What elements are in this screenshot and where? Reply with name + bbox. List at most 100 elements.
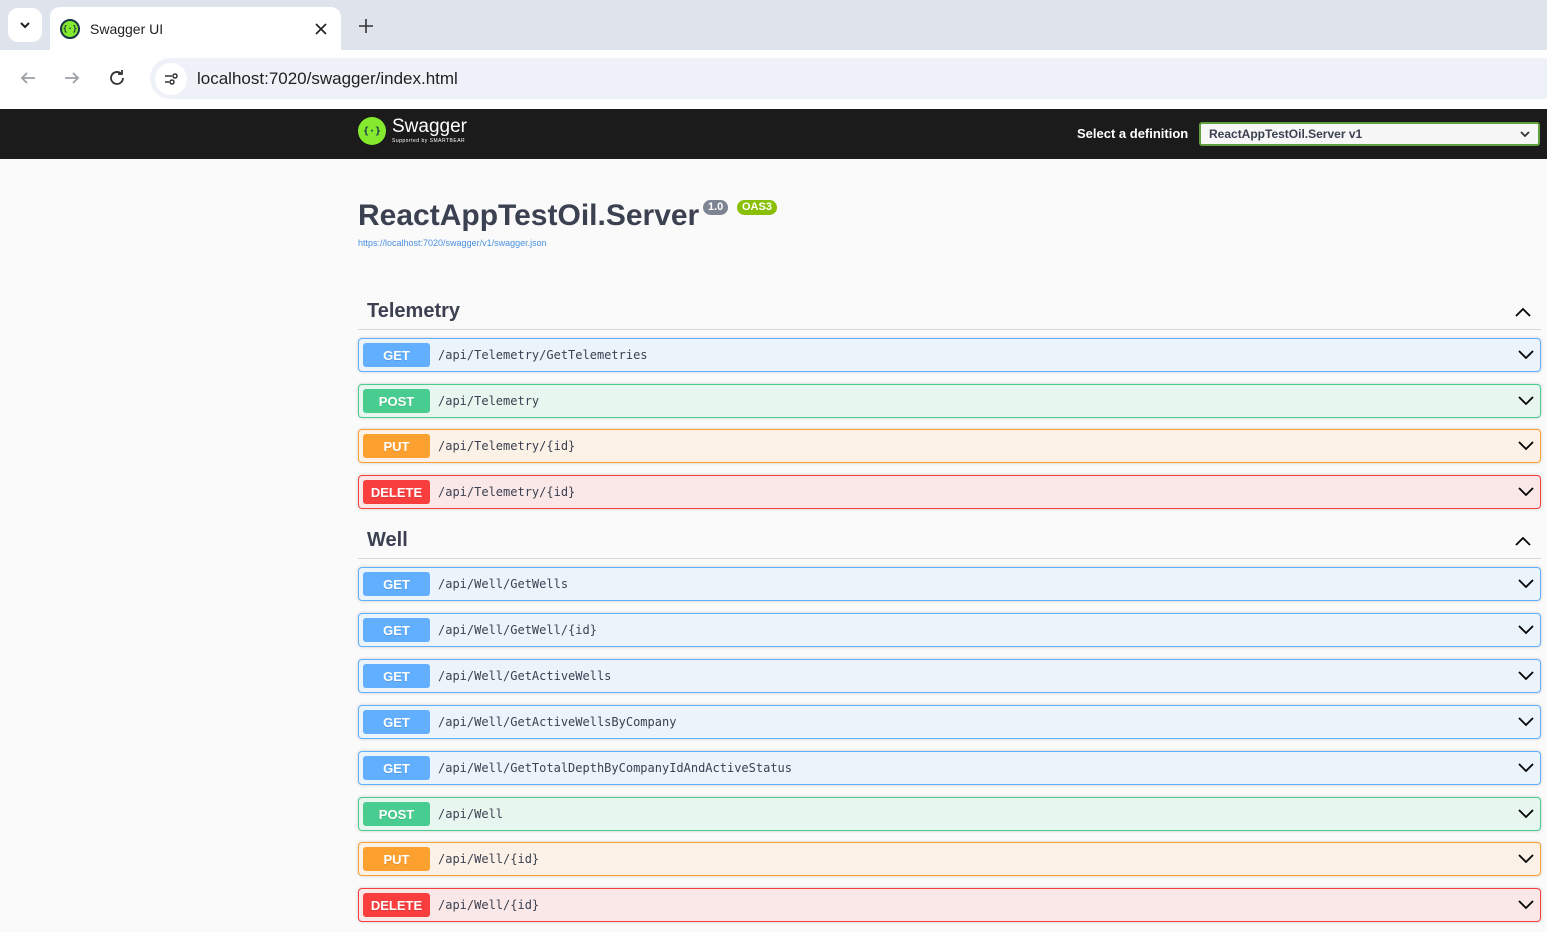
swagger-topbar: {·} Swagger Supported by SMARTBEAR Selec…: [0, 109, 1547, 159]
operation-path: /api/Telemetry/{id}: [438, 485, 576, 499]
url-text: localhost:7020/swagger/index.html: [197, 68, 458, 88]
logo-subtitle: Supported by SMARTBEAR: [392, 138, 466, 144]
operation-post-telemetry[interactable]: POST /api/Telemetry: [358, 384, 1541, 418]
definition-label: Select a definition: [1077, 126, 1189, 141]
chevron-up-icon: [1515, 536, 1531, 546]
method-badge: PUT: [363, 847, 430, 871]
operation-path: /api/Well/GetWells: [438, 577, 569, 591]
chevron-down-icon: [1518, 396, 1534, 406]
forward-arrow-icon: [65, 72, 80, 84]
operation-put-telemetry[interactable]: PUT /api/Telemetry/{id}: [358, 429, 1541, 463]
expand-button[interactable]: [1516, 895, 1536, 915]
expand-button[interactable]: [1516, 482, 1536, 502]
expand-button[interactable]: [1516, 574, 1536, 594]
operation-get-well-by-id[interactable]: GET /api/Well/GetWell/{id}: [358, 613, 1541, 647]
operation-get-wells[interactable]: GET /api/Well/GetWells: [358, 567, 1541, 601]
browser-tab[interactable]: {·} Swagger UI: [50, 7, 341, 50]
tag-collapse-button[interactable]: [1513, 531, 1533, 551]
expand-button[interactable]: [1516, 712, 1536, 732]
chevron-down-icon: [1518, 625, 1534, 635]
chevron-up-icon: [1515, 307, 1531, 317]
operation-path: /api/Telemetry/GetTelemetries: [438, 348, 648, 362]
method-badge: GET: [363, 618, 430, 642]
chevron-down-icon: [1518, 763, 1534, 773]
close-icon: [315, 22, 327, 35]
method-badge: GET: [363, 710, 430, 734]
operation-put-well[interactable]: PUT /api/Well/{id}: [358, 842, 1541, 876]
operation-path: /api/Well/{id}: [438, 852, 540, 866]
swagger-favicon-icon: {·}: [60, 18, 80, 39]
operation-path: /api/Telemetry: [438, 394, 540, 408]
expand-button[interactable]: [1516, 849, 1536, 869]
chevron-down-icon: [1520, 131, 1530, 138]
browser-tabstrip: {·} Swagger UI: [0, 0, 1547, 50]
site-info-button[interactable]: [155, 62, 187, 95]
expand-button[interactable]: [1516, 436, 1536, 456]
plus-icon: [359, 19, 373, 33]
operation-delete-telemetry[interactable]: DELETE /api/Telemetry/{id}: [358, 475, 1541, 509]
tab-list-icon: [20, 22, 30, 29]
api-title: ReactAppTestOil.Server: [358, 199, 700, 232]
method-badge: GET: [363, 572, 430, 596]
back-arrow-icon: [20, 72, 35, 84]
method-badge: DELETE: [363, 893, 430, 917]
method-badge: GET: [363, 664, 430, 688]
expand-button[interactable]: [1516, 620, 1536, 640]
operation-path: /api/Well/{id}: [438, 898, 540, 912]
method-badge: GET: [363, 343, 430, 367]
spec-url-link[interactable]: https://localhost:7020/swagger/v1/swagge…: [358, 238, 547, 248]
tab-close-button[interactable]: [311, 19, 331, 39]
method-badge: GET: [363, 756, 430, 780]
expand-button[interactable]: [1516, 391, 1536, 411]
chevron-down-icon: [1518, 854, 1534, 864]
operation-path: /api/Well/GetTotalDepthByCompanyIdAndAct…: [438, 761, 793, 775]
tag-header-well[interactable]: Well: [358, 523, 1541, 559]
swagger-logo-icon: {·}: [358, 117, 386, 145]
version-badge: 1.0: [703, 200, 729, 215]
chevron-down-icon: [1518, 579, 1534, 589]
back-button[interactable]: [12, 62, 44, 94]
tag-name: Telemetry: [367, 300, 461, 322]
method-badge: DELETE: [363, 480, 430, 504]
tag-collapse-button[interactable]: [1513, 302, 1533, 322]
logo-wordmark: Swagger: [392, 116, 467, 137]
chevron-down-icon: [1518, 809, 1534, 819]
reload-button[interactable]: [101, 62, 133, 94]
chevron-down-icon: [1518, 717, 1534, 727]
swagger-logo[interactable]: {·} Swagger Supported by SMARTBEAR: [358, 117, 467, 145]
operation-path: /api/Well/GetWell/{id}: [438, 623, 597, 637]
browser-toolbar: localhost:7020/swagger/index.html: [0, 50, 1547, 109]
reload-icon: [110, 70, 124, 85]
forward-button[interactable]: [56, 62, 88, 94]
tag-name: Well: [367, 529, 408, 551]
new-tab-button[interactable]: [352, 12, 380, 40]
chevron-down-icon: [1518, 350, 1534, 360]
operation-get-total-depth[interactable]: GET /api/Well/GetTotalDepthByCompanyIdAn…: [358, 751, 1541, 785]
operation-path: /api/Well/GetActiveWells: [438, 669, 612, 683]
address-bar[interactable]: localhost:7020/swagger/index.html: [150, 58, 1547, 99]
method-badge: POST: [363, 389, 430, 413]
expand-button[interactable]: [1516, 666, 1536, 686]
oas-badge: OAS3: [737, 200, 777, 215]
definition-select-value: ReactAppTestOil.Server v1: [1209, 127, 1363, 141]
operation-get-telemetries[interactable]: GET /api/Telemetry/GetTelemetries: [358, 338, 1541, 372]
operation-post-well[interactable]: POST /api/Well: [358, 797, 1541, 831]
chevron-down-icon: [1518, 900, 1534, 910]
site-info-icon: [165, 72, 178, 85]
expand-button[interactable]: [1516, 804, 1536, 824]
method-badge: POST: [363, 802, 430, 826]
expand-button[interactable]: [1516, 758, 1536, 778]
operation-get-active-wells-by-company[interactable]: GET /api/Well/GetActiveWellsByCompany: [358, 705, 1541, 739]
tag-header-telemetry[interactable]: Telemetry: [358, 294, 1541, 330]
method-badge: PUT: [363, 434, 430, 458]
chevron-down-icon: [1518, 441, 1534, 451]
expand-button[interactable]: [1516, 345, 1536, 365]
operation-delete-well[interactable]: DELETE /api/Well/{id}: [358, 888, 1541, 922]
tab-list-button[interactable]: [8, 8, 42, 42]
operation-path: /api/Well: [438, 807, 504, 821]
operation-get-active-wells[interactable]: GET /api/Well/GetActiveWells: [358, 659, 1541, 693]
definition-select[interactable]: ReactAppTestOil.Server v1: [1199, 122, 1540, 146]
operation-path: /api/Well/GetActiveWellsByCompany: [438, 715, 677, 729]
operation-path: /api/Telemetry/{id}: [438, 439, 576, 453]
chevron-down-icon: [1518, 671, 1534, 681]
